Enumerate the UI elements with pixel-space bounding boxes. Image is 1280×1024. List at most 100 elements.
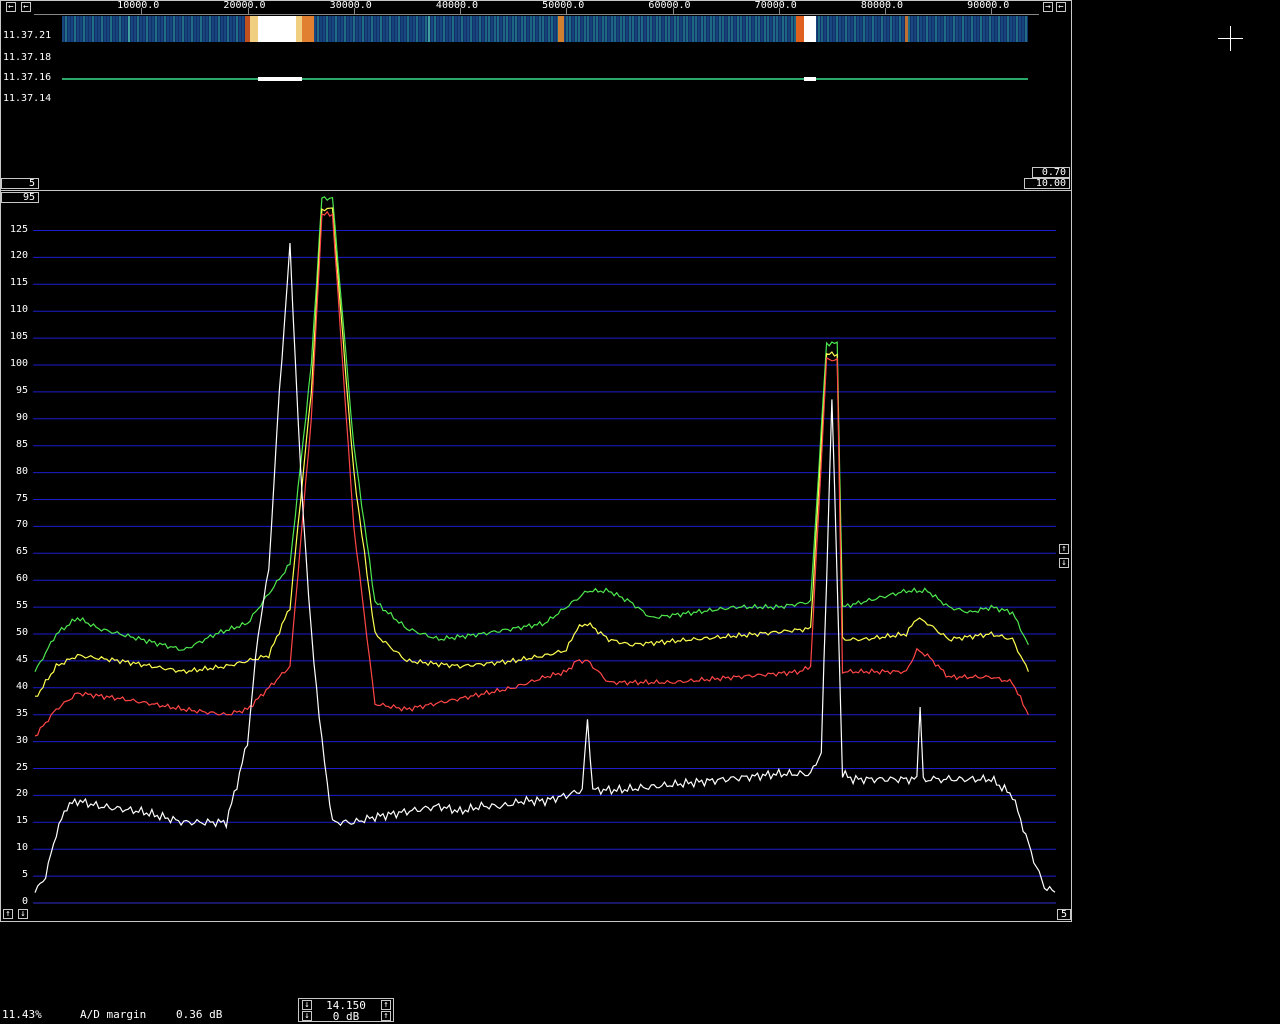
waterfall-stripe (221, 16, 223, 42)
waterfall-stripe (707, 16, 709, 42)
waterfall-stripe (359, 16, 361, 42)
waterfall-stripe (746, 16, 748, 42)
waterfall-stripe (89, 16, 91, 42)
waterfall-stripe (986, 16, 988, 42)
waterfall-stripe (818, 16, 820, 42)
waterfall-stripe (827, 16, 829, 42)
waterfall-stripe (440, 16, 442, 42)
waterfall-stripe (698, 16, 700, 42)
waterfall-stripe (965, 16, 967, 42)
waterfall-stripe (1004, 16, 1006, 42)
waterfall-stripe (779, 16, 781, 42)
waterfall-stripe (341, 16, 343, 42)
waterfall-stripe (530, 16, 532, 42)
waterfall-stripe (191, 16, 193, 42)
waterfall-stripe (98, 16, 100, 42)
waterfall-stripe (623, 16, 625, 42)
bottom-down-icon[interactable]: ↓ (18, 909, 28, 919)
waterfall-stripe (671, 16, 673, 42)
frequency-tick-label: 60000.0 (648, 0, 691, 11)
spectrum-bottom-value[interactable]: 5 (1057, 909, 1071, 920)
bottom-up-icon[interactable]: ↑ (3, 909, 13, 919)
spectrum-scroll-down-icon[interactable]: ↓ (1059, 558, 1069, 568)
waterfall-stripe (317, 16, 319, 42)
waterfall-line-signal (258, 77, 302, 81)
level-bottom-down-icon[interactable]: ↓ (302, 1011, 312, 1021)
scroll-right-icon[interactable]: → (1043, 2, 1053, 12)
frequency-tick-label: 20000.0 (223, 0, 266, 11)
waterfall-gain-value[interactable]: 0.70 (1032, 167, 1070, 178)
waterfall-line (62, 78, 1028, 80)
waterfall-stripe (1019, 16, 1021, 42)
waterfall-stripe (122, 16, 124, 42)
zoom-left-icon[interactable]: ← (6, 2, 16, 12)
waterfall-stripe (593, 16, 595, 42)
waterfall-stripe (695, 16, 697, 42)
waterfall-stripe (170, 16, 172, 42)
waterfall-stripe (425, 16, 427, 42)
waterfall-stripe (683, 16, 685, 42)
waterfall-stripe (791, 16, 793, 42)
waterfall-stripe (773, 16, 775, 42)
waterfall-stripe (680, 16, 682, 42)
waterfall-stripe (401, 16, 403, 42)
level-bottom-up-icon[interactable]: ↑ (381, 1011, 391, 1021)
waterfall-stripe (434, 16, 436, 42)
zoom-right-icon[interactable]: ← (1056, 2, 1066, 12)
waterfall-stripe (167, 16, 169, 42)
level-top-down-icon[interactable]: ↓ (302, 1000, 312, 1010)
waterfall-stripe (101, 16, 103, 42)
waterfall-signal-edge (296, 16, 302, 42)
waterfall-stripe (194, 16, 196, 42)
waterfall-stripe (842, 16, 844, 42)
waterfall-stripe (515, 16, 517, 42)
waterfall-stripe (944, 16, 946, 42)
waterfall-stripe (209, 16, 211, 42)
waterfall-stripe (983, 16, 985, 42)
waterfall-stripe (632, 16, 634, 42)
waterfall-stripe (383, 16, 385, 42)
waterfall-stripe (1025, 16, 1027, 42)
waterfall-stripe (914, 16, 916, 42)
waterfall-stripe (581, 16, 583, 42)
waterfall-stripe (524, 16, 526, 42)
spectrum-chart[interactable] (0, 190, 1072, 922)
waterfall-stripe (989, 16, 991, 42)
waterfall-stripe (566, 16, 568, 42)
waterfall-stripe (692, 16, 694, 42)
scroll-left-icon[interactable]: ← (21, 2, 31, 12)
waterfall-stripe (236, 16, 238, 42)
waterfall-contrast-value[interactable]: 10.00 (1024, 178, 1070, 189)
waterfall-stripe (950, 16, 952, 42)
waterfall-stripe (569, 16, 571, 42)
waterfall-stripe (668, 16, 670, 42)
waterfall-stripe (371, 16, 373, 42)
level-top-up-icon[interactable]: ↑ (381, 1000, 391, 1010)
waterfall-stripe (335, 16, 337, 42)
waterfall-stripe (176, 16, 178, 42)
waterfall-stripe (890, 16, 892, 42)
waterfall-stripe (161, 16, 163, 42)
waterfall-stripe (239, 16, 241, 42)
waterfall-stripe (437, 16, 439, 42)
level-bottom-value[interactable]: 0 dB (314, 1010, 378, 1023)
waterfall-stripe (458, 16, 460, 42)
waterfall-stripe (920, 16, 922, 42)
waterfall-stripe (368, 16, 370, 42)
waterfall-stripe (476, 16, 478, 42)
waterfall-stripe (725, 16, 727, 42)
waterfall-stripe (617, 16, 619, 42)
frequency-axis: 10000.0 20000.0 30000.0 40000.0 50000.0 60000… (34, 0, 1039, 15)
waterfall-stripe (551, 16, 553, 42)
waterfall-stripe (794, 16, 796, 42)
spectrum-scroll-up-icon[interactable]: ↑ (1059, 544, 1069, 554)
waterfall-stripe (974, 16, 976, 42)
waterfall-display[interactable] (0, 14, 1072, 94)
waterfall-stripe (356, 16, 358, 42)
waterfall-stripe (143, 16, 145, 42)
waterfall-stripe (416, 16, 418, 42)
waterfall-stripe (644, 16, 646, 42)
waterfall-stripe (839, 16, 841, 42)
waterfall-stripe (62, 16, 64, 42)
waterfall-left-value[interactable]: 5 (1, 178, 39, 189)
